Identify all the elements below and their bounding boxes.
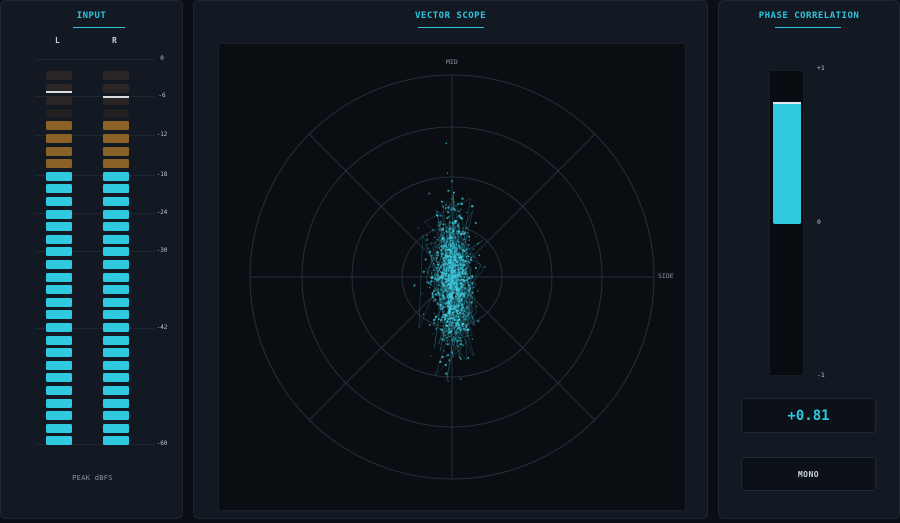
left-meter-segment (46, 222, 72, 232)
right-level-meter (103, 65, 129, 449)
right-meter-segment (103, 285, 129, 295)
left-meter-segment (46, 159, 72, 169)
left-meter-segment (46, 285, 72, 295)
right-meter-segment (103, 386, 129, 395)
right-meter-segment (103, 146, 129, 156)
left-meter-segment (46, 134, 72, 143)
input-meter-panel: INPUT L R 0 -6 -12 -18 -24 -30 -42 -60 PEAK dBF… (0, 0, 183, 519)
right-meter-segment (103, 423, 129, 433)
peak-dbfs-label: PEAK dBFS (72, 474, 113, 482)
left-meter-segment (46, 373, 72, 383)
db-scale-tick: -30 (156, 247, 168, 254)
left-meter-segment (46, 310, 72, 320)
left-meter-segment (46, 297, 72, 307)
left-meter-segment (46, 398, 72, 408)
left-meter-peak-hold (46, 91, 72, 93)
phase-value: +0.81 (787, 407, 830, 424)
db-scale-tick: -12 (156, 131, 168, 138)
right-meter-segment (103, 83, 129, 93)
right-meter-segment (103, 71, 129, 80)
left-meter-segment (46, 323, 72, 332)
right-channel-label: R (112, 36, 117, 45)
left-channel-label: L (55, 36, 60, 45)
left-meter-segment (46, 423, 72, 433)
right-meter-segment (103, 184, 129, 194)
vector-scope-title: VECTOR SCOPE (414, 11, 487, 21)
db-gridline (35, 59, 155, 60)
right-meter-segment (103, 335, 129, 345)
input-title-underline (73, 27, 125, 28)
db-scale-tick: -60 (156, 440, 168, 447)
input-title: INPUT (76, 11, 107, 21)
left-meter-segment (46, 121, 72, 131)
left-meter-segment (46, 386, 72, 395)
phase-title-underline (775, 27, 841, 28)
left-meter-segment (46, 108, 72, 118)
right-meter-segment (103, 373, 129, 383)
scope-signal-cloud (413, 142, 486, 382)
right-meter-segment (103, 134, 129, 143)
left-meter-segment (46, 234, 72, 244)
db-scale-tick: -24 (156, 209, 168, 216)
left-meter-segment (46, 360, 72, 370)
right-meter-segment (103, 234, 129, 244)
db-scale-tick: -6 (158, 92, 166, 99)
phase-correlation-panel: PHASE CORRELATION +1 0 -1 +0.81 MONO (718, 0, 900, 519)
phase-correlation-title: PHASE CORRELATION (758, 11, 860, 21)
phase-correlation-fill (773, 102, 801, 224)
right-meter-segment (103, 436, 129, 446)
right-meter-segment (103, 348, 129, 358)
left-meter-segment (46, 348, 72, 358)
vector-scope-plot (249, 74, 655, 480)
right-meter-segment (103, 297, 129, 307)
phase-correlation-peak (773, 101, 801, 104)
left-meter-segment (46, 247, 72, 257)
mid-axis-label: MID (446, 58, 458, 66)
left-meter-segment (46, 96, 72, 106)
left-meter-segment (46, 146, 72, 156)
vector-scope-title-underline (418, 27, 484, 28)
left-meter-segment (46, 335, 72, 345)
left-meter-segment (46, 184, 72, 194)
left-meter-segment (46, 197, 72, 206)
db-scale-tick: -18 (156, 171, 168, 178)
left-meter-segment (46, 171, 72, 181)
right-meter-segment (103, 159, 129, 169)
right-meter-peak-hold (103, 96, 129, 98)
right-meter-segment (103, 108, 129, 118)
left-meter-segment (46, 411, 72, 421)
db-scale-tick: -42 (156, 324, 168, 331)
phase-value-display: +0.81 (741, 398, 876, 433)
right-meter-segment (103, 272, 129, 282)
right-meter-segment (103, 121, 129, 131)
mono-button[interactable]: MONO (741, 457, 876, 491)
right-meter-segment (103, 310, 129, 320)
phase-plus-one-label: +1 (817, 64, 825, 72)
right-meter-segment (103, 323, 129, 332)
left-level-meter (46, 65, 72, 449)
right-meter-segment (103, 171, 129, 181)
right-meter-segment (103, 222, 129, 232)
phase-zero-label: 0 (817, 218, 821, 226)
right-meter-segment (103, 197, 129, 206)
left-meter-segment (46, 71, 72, 80)
right-meter-segment (103, 247, 129, 257)
right-meter-segment (103, 360, 129, 370)
phase-correlation-meter (769, 70, 804, 376)
right-meter-segment (103, 209, 129, 219)
vector-scope-display: MID SIDE (218, 43, 686, 511)
left-meter-segment (46, 260, 72, 269)
right-meter-segment (103, 260, 129, 269)
left-meter-segment (46, 272, 72, 282)
left-meter-segment (46, 209, 72, 219)
right-meter-segment (103, 398, 129, 408)
phase-minus-one-label: -1 (817, 371, 825, 379)
left-meter-segment (46, 436, 72, 446)
right-meter-segment (103, 411, 129, 421)
side-axis-label: SIDE (658, 272, 674, 280)
db-scale-tick: 0 (160, 55, 164, 62)
vector-scope-panel: VECTOR SCOPE MID SIDE (193, 0, 708, 519)
